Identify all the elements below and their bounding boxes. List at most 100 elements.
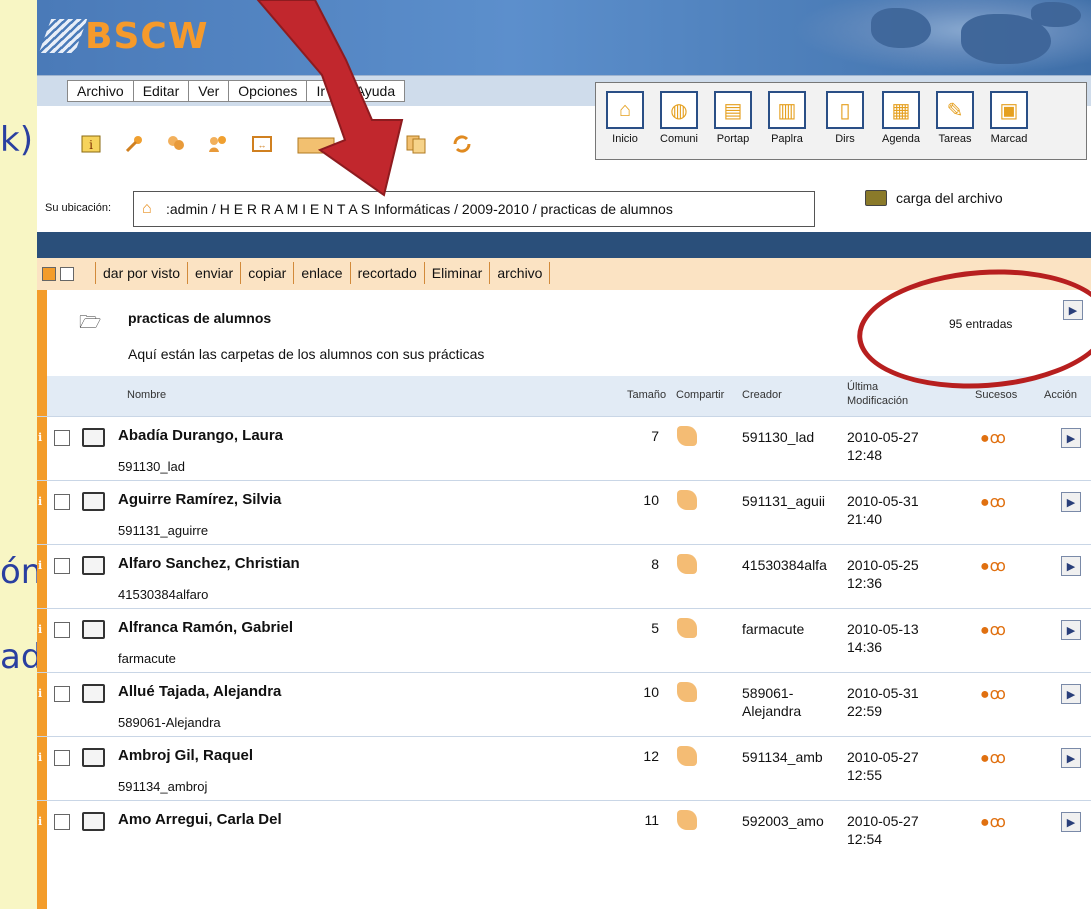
events-icon[interactable]: ●ꝏ — [980, 812, 1006, 832]
people-icon[interactable] — [207, 134, 229, 154]
events-icon[interactable]: ●ꝏ — [980, 492, 1006, 512]
nav-paplra[interactable]: ▥ Paplra — [762, 91, 812, 155]
row-action-button[interactable]: ▶ — [1061, 620, 1081, 640]
info-strip[interactable]: i — [37, 545, 47, 609]
menu-ayuda[interactable]: Ayuda — [347, 81, 404, 101]
row-action-button[interactable]: ▶ — [1061, 684, 1081, 704]
entry-owner: 591130_lad — [118, 459, 185, 474]
action-dar-por-visto[interactable]: dar por visto — [95, 262, 187, 284]
action-copiar[interactable]: copiar — [240, 262, 293, 284]
info-strip[interactable]: i — [37, 609, 47, 673]
table-row[interactable]: i Alfaro Sanchez, Christian 41530384alfa… — [37, 544, 1091, 609]
nav-inicio[interactable]: ⌂ Inicio — [600, 91, 650, 155]
info-strip[interactable]: i — [37, 801, 47, 865]
location-path-box[interactable]: ⌂ :admin / H E R R A M I E N T A S Infor… — [133, 191, 815, 227]
col-tamano[interactable]: Tamaño — [627, 389, 666, 401]
table-row[interactable]: i Amo Arregui, Carla Del 11 592003_amo 2… — [37, 800, 1091, 865]
refresh-icon[interactable] — [451, 134, 473, 154]
table-row[interactable]: i Aguirre Ramírez, Silvia 591131_aguirre… — [37, 480, 1091, 545]
entry-name[interactable]: Alfaro Sanchez, Christian — [118, 555, 300, 572]
action-recortado[interactable]: recortado — [349, 262, 424, 284]
entry-name[interactable]: Aguirre Ramírez, Silvia — [118, 491, 281, 508]
share-icon[interactable] — [677, 682, 697, 702]
select-all-checkbox[interactable] — [42, 267, 56, 281]
menu-ir-a[interactable]: Ir a — [307, 81, 347, 101]
nav-dirs[interactable]: ▯ Dirs — [820, 91, 870, 155]
row-checkbox[interactable] — [54, 494, 70, 510]
share-icon[interactable] — [677, 618, 697, 638]
entry-creator[interactable]: 591130_lad — [742, 428, 827, 446]
copy-icon[interactable] — [405, 134, 427, 154]
action-enlace[interactable]: enlace — [293, 262, 349, 284]
nav-portap[interactable]: ▤ Portap — [708, 91, 758, 155]
row-checkbox[interactable] — [54, 686, 70, 702]
share-icon[interactable] — [677, 810, 697, 830]
action-eliminar[interactable]: Eliminar — [423, 262, 490, 284]
upload-link[interactable]: carga del archivo — [865, 190, 1003, 206]
col-accion[interactable]: Acción — [1044, 389, 1077, 401]
action-enviar[interactable]: enviar — [187, 262, 240, 284]
entry-creator[interactable]: 591131_aguii — [742, 492, 827, 510]
menu-editar[interactable]: Editar — [134, 81, 190, 101]
row-checkbox[interactable] — [54, 558, 70, 574]
share-icon[interactable] — [677, 554, 697, 574]
nav-marcad[interactable]: ▣ Marcad — [984, 91, 1034, 155]
nav-tareas[interactable]: ✎ Tareas — [930, 91, 980, 155]
menu-opciones[interactable]: Opciones — [229, 81, 308, 101]
entry-creator[interactable]: 592003_amo — [742, 812, 827, 830]
row-action-button[interactable]: ▶ — [1061, 428, 1081, 448]
share-icon[interactable] — [677, 490, 697, 510]
share-icon[interactable] — [677, 426, 697, 446]
row-action-button[interactable]: ▶ — [1061, 748, 1081, 768]
key-icon[interactable] — [123, 134, 145, 154]
row-checkbox[interactable] — [54, 430, 70, 446]
entry-creator[interactable]: 589061- Alejandra — [742, 684, 812, 720]
table-row[interactable]: i Alfranca Ramón, Gabriel farmacute 5 fa… — [37, 608, 1091, 673]
info-strip[interactable]: i — [37, 417, 47, 481]
menu-ver[interactable]: Ver — [189, 81, 230, 101]
home-icon[interactable]: ⌂ — [142, 200, 152, 218]
entry-name[interactable]: Allué Tajada, Alejandra — [118, 683, 281, 700]
deselect-all-checkbox[interactable] — [60, 267, 74, 281]
col-nombre[interactable]: Nombre — [127, 389, 166, 401]
info-strip[interactable]: i — [37, 481, 47, 545]
row-checkbox[interactable] — [54, 622, 70, 638]
entry-name[interactable]: Amo Arregui, Carla Del — [118, 811, 282, 828]
events-icon[interactable]: ●ꝏ — [980, 748, 1006, 768]
entry-creator[interactable]: 591134_amb — [742, 748, 827, 766]
info-icon[interactable]: i — [80, 134, 102, 154]
row-checkbox[interactable] — [54, 814, 70, 830]
entry-creator[interactable]: farmacute — [742, 620, 827, 638]
action-archivo[interactable]: archivo — [489, 262, 551, 284]
row-action-button[interactable]: ▶ — [1061, 492, 1081, 512]
table-row[interactable]: i Abadía Durango, Laura 591130_lad 7 591… — [37, 416, 1091, 481]
location-path[interactable]: :admin / H E R R A M I E N T A S Informá… — [166, 201, 673, 217]
nav-comuni[interactable]: ◍ Comuni — [654, 91, 704, 155]
action-list: dar por visto enviar copiar enlace recor… — [95, 262, 551, 284]
share-icon[interactable] — [677, 746, 697, 766]
row-action-button[interactable]: ▶ — [1061, 812, 1081, 832]
events-icon[interactable]: ●ꝏ — [980, 428, 1006, 448]
menu-archivo[interactable]: Archivo — [68, 81, 134, 101]
move-icon[interactable]: ↔ — [251, 134, 273, 154]
share-icon[interactable] — [165, 134, 187, 154]
bscw-logo[interactable]: BSCW — [38, 14, 209, 58]
table-row[interactable]: i Ambroj Gil, Raquel 591134_ambroj 12 59… — [37, 736, 1091, 801]
events-icon[interactable]: ●ꝏ — [980, 620, 1006, 640]
nav-agenda[interactable]: ▦ Agenda — [876, 91, 926, 155]
col-sucesos[interactable]: Sucesos — [975, 389, 1017, 401]
table-row[interactable]: i Allué Tajada, Alejandra 589061-Alejand… — [37, 672, 1091, 737]
events-icon[interactable]: ●ꝏ — [980, 684, 1006, 704]
folder-icon[interactable] — [297, 134, 337, 154]
row-action-button[interactable]: ▶ — [1061, 556, 1081, 576]
entry-name[interactable]: Alfranca Ramón, Gabriel — [118, 619, 293, 636]
col-compartir[interactable]: Compartir — [676, 389, 724, 401]
entry-name[interactable]: Ambroj Gil, Raquel — [118, 747, 253, 764]
col-creador[interactable]: Creador — [742, 389, 782, 401]
row-checkbox[interactable] — [54, 750, 70, 766]
info-strip[interactable]: i — [37, 673, 47, 737]
entry-creator[interactable]: 41530384alfa — [742, 556, 827, 574]
entry-name[interactable]: Abadía Durango, Laura — [118, 427, 283, 444]
info-strip[interactable]: i — [37, 737, 47, 801]
events-icon[interactable]: ●ꝏ — [980, 556, 1006, 576]
